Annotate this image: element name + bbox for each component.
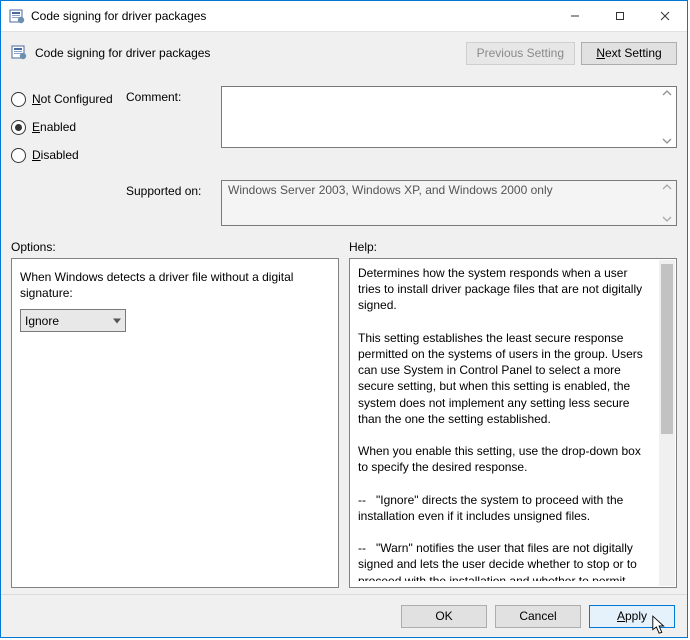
radio-icon	[11, 120, 26, 135]
cancel-button[interactable]: Cancel	[495, 605, 581, 628]
titlebar: Code signing for driver packages	[1, 1, 687, 32]
chevron-down-icon	[113, 318, 121, 323]
supported-on-label: Supported on:	[126, 174, 221, 198]
policy-icon	[11, 44, 27, 63]
previous-setting-button: Previous Setting	[466, 42, 575, 65]
dropdown-selected: Ignore	[25, 314, 59, 328]
next-setting-button[interactable]: Next Setting	[581, 42, 677, 65]
supported-on-box: Windows Server 2003, Windows XP, and Win…	[221, 180, 677, 226]
options-prompt: When Windows detects a driver file witho…	[20, 269, 330, 301]
state-radio-group: Not Configured Enabled Disabled	[11, 78, 126, 174]
radio-icon	[11, 92, 26, 107]
chevron-up-icon[interactable]	[660, 89, 674, 97]
section-labels: Options: Help:	[1, 234, 687, 258]
help-panel: Determines how the system responds when …	[349, 258, 677, 588]
apply-button[interactable]: Apply	[589, 605, 675, 628]
maximize-icon	[615, 11, 625, 21]
signature-action-dropdown[interactable]: Ignore	[20, 309, 126, 332]
chevron-down-icon[interactable]	[660, 137, 674, 145]
dialog-window: Code signing for driver packages Code	[0, 0, 688, 638]
window-title: Code signing for driver packages	[31, 9, 552, 23]
close-icon	[660, 11, 670, 21]
policy-title: Code signing for driver packages	[35, 46, 210, 60]
chevron-down-icon	[660, 215, 674, 223]
scrollbar-thumb[interactable]	[661, 264, 673, 434]
options-panel: When Windows detects a driver file witho…	[11, 258, 339, 588]
radio-not-configured[interactable]: Not Configured	[11, 90, 126, 108]
minimize-icon	[570, 11, 580, 21]
dialog-footer: OK Cancel Apply	[1, 594, 687, 637]
chevron-up-icon	[660, 183, 674, 191]
help-scrollbar[interactable]	[659, 260, 675, 586]
form-area: Not Configured Enabled Disabled Comment:…	[1, 74, 687, 234]
radio-icon	[11, 148, 26, 163]
content-row: When Windows detects a driver file witho…	[1, 258, 687, 594]
options-label: Options:	[11, 240, 339, 254]
window-controls	[552, 1, 687, 31]
minimize-button[interactable]	[552, 1, 597, 31]
comment-label: Comment:	[126, 78, 221, 104]
radio-enabled[interactable]: Enabled	[11, 118, 126, 136]
close-button[interactable]	[642, 1, 687, 31]
help-text: Determines how the system responds when …	[358, 265, 668, 581]
help-label: Help:	[349, 240, 677, 254]
radio-disabled[interactable]: Disabled	[11, 146, 126, 164]
comment-input[interactable]	[221, 86, 677, 148]
maximize-button[interactable]	[597, 1, 642, 31]
header-strip: Code signing for driver packages Previou…	[1, 32, 687, 74]
supported-on-text: Windows Server 2003, Windows XP, and Win…	[228, 183, 553, 197]
policy-icon	[9, 8, 25, 24]
ok-button[interactable]: OK	[401, 605, 487, 628]
